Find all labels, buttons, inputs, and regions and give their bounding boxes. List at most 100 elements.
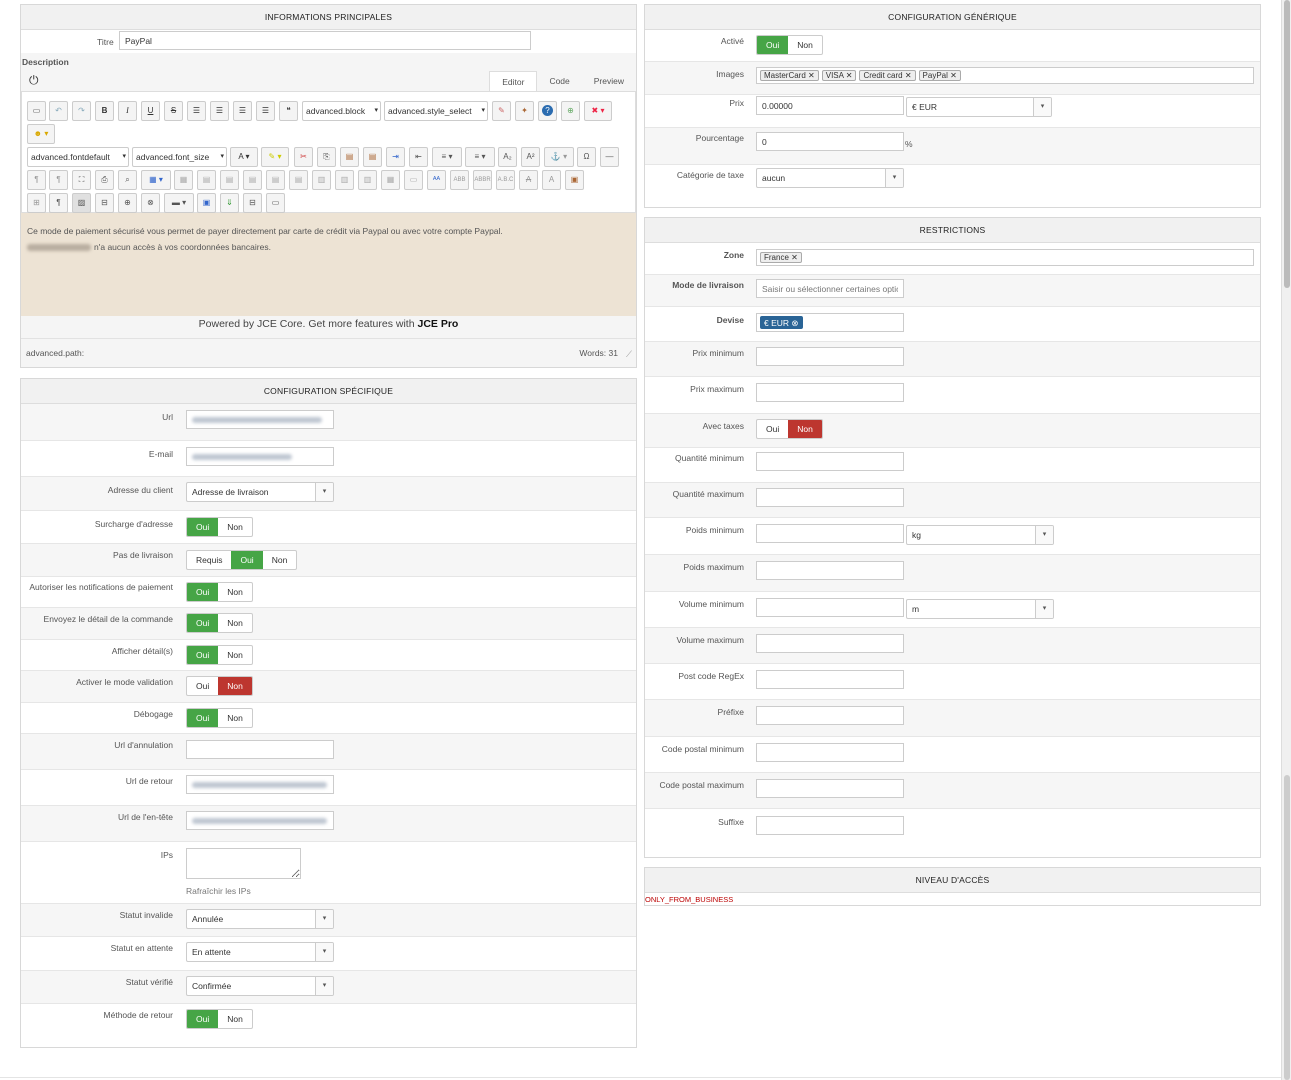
align-justify-icon[interactable]: ☰	[187, 101, 206, 121]
download-icon[interactable]: ⇓	[220, 193, 239, 213]
show-blocks-icon[interactable]: ¶	[49, 193, 68, 213]
absolute-icon[interactable]: ▬ ▾	[164, 193, 194, 213]
visual-aid-icon[interactable]: ⊞	[27, 193, 46, 213]
remove-icon[interactable]: ✕	[950, 71, 957, 80]
yes-option[interactable]: Oui	[231, 551, 263, 569]
font-size-select[interactable]: advanced.font_size ▾	[132, 147, 227, 167]
remove-icon[interactable]: ✕	[846, 71, 853, 80]
postcode-regex-input[interactable]	[756, 670, 904, 689]
horizontal-rule-icon[interactable]: —	[600, 147, 619, 167]
text-color-icon[interactable]: A ▾	[230, 147, 258, 167]
superscript-icon[interactable]: A²	[521, 147, 540, 167]
remove-icon[interactable]: ✕	[905, 71, 912, 80]
shipping-method-input[interactable]	[756, 279, 904, 298]
yes-option[interactable]: Oui	[187, 1010, 219, 1028]
scrollbar-thumb-lower[interactable]	[1284, 775, 1290, 1080]
min-weight-input[interactable]	[756, 524, 904, 543]
page-scrollbar[interactable]	[1281, 0, 1291, 1080]
min-price-input[interactable]	[756, 347, 904, 366]
remove-icon[interactable]: ✕	[791, 253, 798, 262]
italic-icon[interactable]: I	[118, 101, 137, 121]
subscript-icon[interactable]: A₂	[498, 147, 517, 167]
joomla-icon[interactable]: ✖ ▾	[584, 101, 612, 121]
insertion-icon[interactable]: A	[542, 170, 561, 190]
delete-col-icon[interactable]: ▥	[358, 170, 377, 190]
yes-option[interactable]: Oui	[187, 614, 219, 632]
scrollbar-thumb[interactable]	[1284, 0, 1290, 288]
delete-row-icon[interactable]: ▤	[289, 170, 308, 190]
special-char-icon[interactable]: Ω	[577, 147, 596, 167]
max-qty-input[interactable]	[756, 488, 904, 507]
unordered-list-icon[interactable]: ≡ ▾	[465, 147, 495, 167]
cut-icon[interactable]: ✂	[294, 147, 313, 167]
no-option[interactable]: Non	[218, 677, 252, 695]
yes-option[interactable]: Oui	[757, 36, 789, 54]
blockquote-icon[interactable]: ❝	[279, 101, 298, 121]
copy-icon[interactable]: ⎘	[317, 147, 336, 167]
table-cell-props-icon[interactable]: ▤	[220, 170, 239, 190]
row-after-icon[interactable]: ▤	[266, 170, 285, 190]
readmore-icon[interactable]: ▭	[266, 193, 285, 213]
cite-icon[interactable]: ABB	[450, 170, 469, 190]
no-option[interactable]: Non	[263, 551, 297, 569]
layer-move-icon[interactable]: ⊗	[141, 193, 160, 213]
currency-tags[interactable]: € EUR ⊗	[756, 313, 904, 332]
align-right-icon[interactable]: ☰	[256, 101, 275, 121]
min-qty-input[interactable]	[756, 452, 904, 471]
outdent-icon[interactable]: ⇤	[409, 147, 428, 167]
volume-unit-select[interactable]: m ▾	[906, 599, 1054, 619]
pending-status-select[interactable]: En attente ▾	[186, 942, 334, 962]
percentage-input[interactable]	[756, 132, 904, 151]
weight-unit-select[interactable]: kg ▾	[906, 525, 1054, 545]
layer-insert-icon[interactable]: ⊕	[118, 193, 137, 213]
yes-option[interactable]: Oui	[187, 709, 219, 727]
style-props-icon[interactable]: ᴬᴬ	[427, 170, 446, 190]
invalid-status-select[interactable]: Annulée ▾	[186, 909, 334, 929]
verified-status-select[interactable]: Confirmée ▾	[186, 976, 334, 996]
strikethrough-icon[interactable]: S	[164, 101, 183, 121]
min-volume-input[interactable]	[756, 598, 904, 617]
link-icon[interactable]: ⊕	[561, 101, 580, 121]
tab-preview[interactable]: Preview	[582, 71, 636, 91]
no-option[interactable]: Non	[218, 614, 252, 632]
remove-icon[interactable]: ⊗	[791, 318, 798, 328]
min-postcode-input[interactable]	[756, 743, 904, 762]
no-option[interactable]: Non	[218, 583, 252, 601]
max-postcode-input[interactable]	[756, 779, 904, 798]
block-format-select[interactable]: advanced.block ▾	[302, 101, 381, 121]
no-option[interactable]: Non	[218, 646, 252, 664]
no-option[interactable]: Non	[218, 518, 252, 536]
table-row-props-icon[interactable]: ▤	[197, 170, 216, 190]
undo-icon[interactable]: ↶	[49, 101, 68, 121]
acronym-icon[interactable]: A.B.C	[496, 170, 515, 190]
merge-cells-icon[interactable]: ▭	[404, 170, 423, 190]
yes-option[interactable]: Oui	[187, 646, 219, 664]
search-icon[interactable]: ⌕	[118, 170, 137, 190]
table-icon[interactable]: ▦ ▾	[141, 170, 171, 190]
help-icon[interactable]: ?	[538, 101, 557, 121]
suffix-input[interactable]	[756, 816, 904, 835]
yes-option[interactable]: Oui	[187, 677, 218, 695]
highlight-icon[interactable]: ✎ ▾	[261, 147, 289, 167]
yes-option[interactable]: Oui	[187, 583, 219, 601]
attributes-icon[interactable]: ▣	[565, 170, 584, 190]
indent-icon[interactable]: ⇥	[386, 147, 405, 167]
resize-handle-icon[interactable]: ⟋	[626, 349, 632, 360]
cleanup-icon[interactable]: ✦	[515, 101, 534, 121]
tab-editor[interactable]: Editor	[489, 71, 538, 91]
tax-category-select[interactable]: aucun ▾	[756, 168, 904, 188]
ordered-list-icon[interactable]: ≡ ▾	[432, 147, 462, 167]
no-option[interactable]: Non	[788, 36, 822, 54]
eraser-icon[interactable]: ✎	[492, 101, 511, 121]
fullscreen-icon[interactable]: ⛶	[72, 170, 91, 190]
yes-option[interactable]: Oui	[757, 420, 788, 438]
price-input[interactable]	[756, 96, 904, 115]
redo-icon[interactable]: ↷	[72, 101, 91, 121]
email-input[interactable]	[186, 447, 334, 466]
col-before-icon[interactable]: ▥	[312, 170, 331, 190]
cancel-url-input[interactable]	[186, 740, 334, 759]
visual-chars-icon[interactable]: ▨	[72, 193, 91, 213]
paragraph-rtl-icon[interactable]: ¶	[49, 170, 68, 190]
no-option[interactable]: Non	[788, 420, 822, 438]
paste-text-icon[interactable]: ▤	[363, 147, 382, 167]
